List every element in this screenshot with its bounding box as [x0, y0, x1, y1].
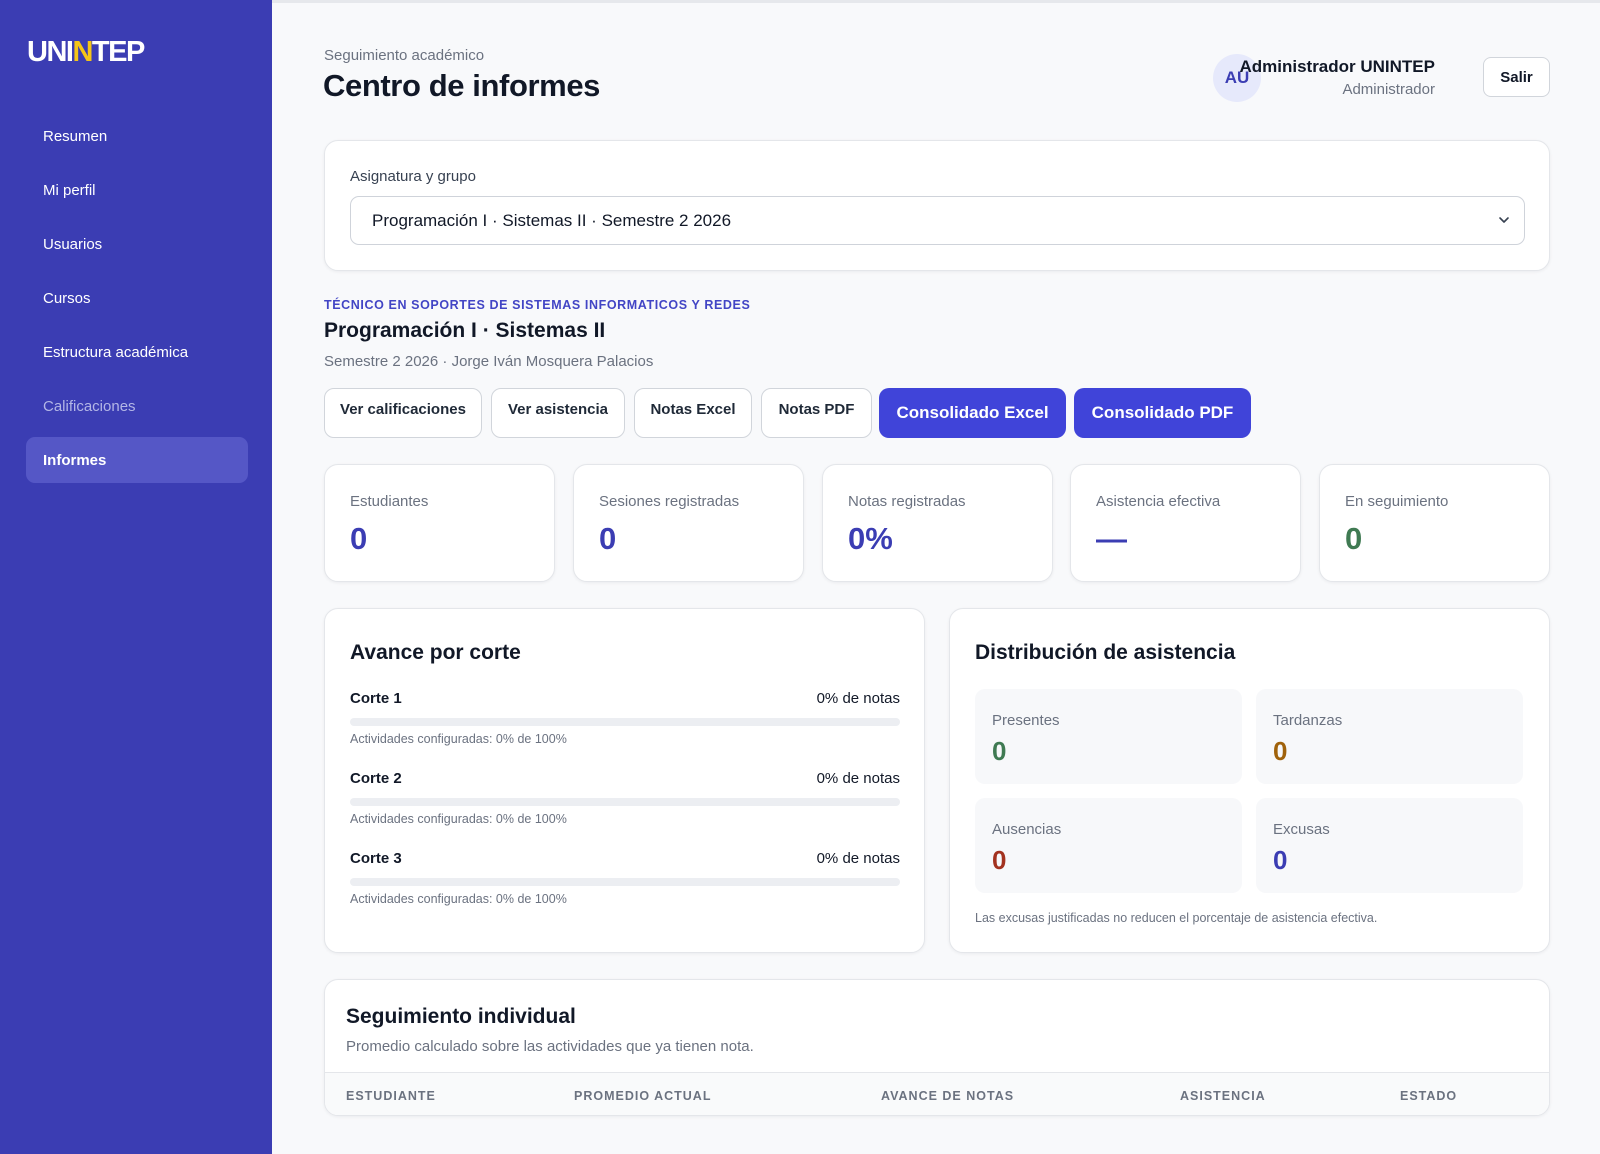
attendance-distribution-panel: Distribución de asistencia Presentes 0 T…: [949, 608, 1550, 953]
stat-value: 0%: [848, 521, 893, 556]
attendance-box-ausencias: Ausencias 0: [975, 798, 1242, 893]
brand-logo[interactable]: UNINTEP: [27, 36, 145, 69]
sidebar-item-label: Mi perfil: [43, 181, 96, 199]
progress-bar: [350, 718, 900, 726]
attendance-label: Excusas: [1273, 821, 1330, 838]
panel-title: Avance por corte: [350, 641, 521, 664]
attendance-box-presentes: Presentes 0: [975, 689, 1242, 784]
sidebar-item-estructura-academica[interactable]: Estructura académica: [26, 329, 248, 375]
corte-note: Actividades configuradas: 0% de 100%: [350, 892, 567, 906]
corte-name: Corte 3: [350, 850, 402, 867]
sidebar-item-label: Calificaciones: [43, 397, 136, 415]
column-header-asistencia[interactable]: ASISTENCIA: [1180, 1089, 1266, 1103]
stat-card-sesiones: Sesiones registradas 0: [573, 464, 804, 582]
page-title: Centro de informes: [323, 68, 601, 103]
sidebar-item-resumen[interactable]: Resumen: [26, 113, 248, 159]
column-header-promedio[interactable]: PROMEDIO ACTUAL: [574, 1089, 711, 1103]
attendance-value: 0: [992, 845, 1007, 875]
attendance-note: Las excusas justificadas no reducen el p…: [975, 911, 1378, 925]
stat-label: Asistencia efectiva: [1096, 493, 1221, 510]
individual-tracking-panel: Seguimiento individual Promedio calculad…: [324, 979, 1550, 1116]
stat-value: 0: [350, 521, 368, 556]
corte-note: Actividades configuradas: 0% de 100%: [350, 812, 567, 826]
course-subtitle: Semestre 2 2026 · Jorge Iván Mosquera Pa…: [324, 353, 654, 370]
course-title: Programación I · Sistemas II: [324, 319, 606, 342]
progress-by-corte-panel: Avance por corte Corte 1 0% de notas Act…: [324, 608, 925, 953]
view-grades-button[interactable]: Ver calificaciones: [324, 388, 482, 438]
sidebar: UNINTEP Resumen Mi perfil Usuarios Curso…: [0, 0, 272, 1154]
corte-note: Actividades configuradas: 0% de 100%: [350, 732, 567, 746]
chevron-down-icon: [1499, 217, 1509, 223]
corte-name: Corte 1: [350, 690, 402, 707]
stat-label: Notas registradas: [848, 493, 966, 510]
sidebar-nav: Resumen Mi perfil Usuarios Cursos Estruc…: [26, 113, 248, 491]
stat-value: —: [1096, 521, 1127, 556]
panel-title: Distribución de asistencia: [975, 641, 1236, 664]
attendance-label: Presentes: [992, 712, 1060, 729]
progress-bar: [350, 878, 900, 886]
corte-percentage: 0% de notas: [816, 850, 900, 867]
stat-label: Estudiantes: [350, 493, 429, 510]
attendance-value: 0: [1273, 845, 1288, 875]
stat-value: 0: [1345, 521, 1363, 556]
consolidated-pdf-button[interactable]: Consolidado PDF: [1074, 388, 1251, 438]
attendance-value: 0: [1273, 736, 1288, 766]
sidebar-item-label: Cursos: [43, 289, 91, 307]
table-header: ESTUDIANTE PROMEDIO ACTUAL AVANCE DE NOT…: [325, 1072, 1549, 1115]
view-attendance-button[interactable]: Ver asistencia: [491, 388, 625, 438]
subject-selector-card: Asignatura y grupo Programación I · Sist…: [324, 140, 1550, 271]
sidebar-item-usuarios[interactable]: Usuarios: [26, 221, 248, 267]
corte-percentage: 0% de notas: [816, 770, 900, 787]
panel-subtitle: Promedio calculado sobre las actividades…: [346, 1038, 754, 1055]
corte-percentage: 0% de notas: [816, 690, 900, 707]
attendance-value: 0: [992, 736, 1007, 766]
attendance-label: Ausencias: [992, 821, 1062, 838]
stat-label: Sesiones registradas: [599, 493, 740, 510]
user-role: Administrador: [1342, 81, 1435, 98]
progress-bar: [350, 798, 900, 806]
stat-card-asistencia: Asistencia efectiva —: [1070, 464, 1301, 582]
column-header-estudiante[interactable]: ESTUDIANTE: [346, 1089, 436, 1103]
subject-selector-label: Asignatura y grupo: [350, 168, 476, 185]
sidebar-item-cursos[interactable]: Cursos: [26, 275, 248, 321]
user-name: Administrador UNINTEP: [1239, 57, 1435, 76]
stat-value: 0: [599, 521, 617, 556]
sidebar-item-label: Resumen: [43, 127, 108, 145]
sidebar-item-informes[interactable]: Informes: [26, 437, 248, 483]
subject-select[interactable]: Programación I · Sistemas II · Semestre …: [350, 196, 1525, 245]
attendance-box-excusas: Excusas 0: [1256, 798, 1523, 893]
stat-card-seguimiento: En seguimiento 0: [1319, 464, 1550, 582]
consolidated-excel-button[interactable]: Consolidado Excel: [879, 388, 1066, 438]
panel-title: Seguimiento individual: [346, 1005, 576, 1028]
column-header-estado[interactable]: ESTADO: [1400, 1089, 1457, 1103]
program-name: TÉCNICO EN SOPORTES DE SISTEMAS INFORMAT…: [324, 298, 751, 312]
sidebar-item-label: Informes: [43, 451, 107, 469]
page-eyebrow: Seguimiento académico: [324, 47, 485, 64]
grades-excel-button[interactable]: Notas Excel: [634, 388, 752, 438]
stat-label: En seguimiento: [1345, 493, 1449, 510]
logout-button[interactable]: Salir: [1483, 57, 1550, 97]
column-header-avance[interactable]: AVANCE DE NOTAS: [881, 1089, 1014, 1103]
sidebar-item-label: Usuarios: [43, 235, 103, 253]
grades-pdf-button[interactable]: Notas PDF: [761, 388, 872, 438]
attendance-box-tardanzas: Tardanzas 0: [1256, 689, 1523, 784]
subject-select-value: Programación I · Sistemas II · Semestre …: [372, 210, 732, 230]
sidebar-item-calificaciones[interactable]: Calificaciones: [26, 383, 248, 429]
corte-name: Corte 2: [350, 770, 402, 787]
attendance-label: Tardanzas: [1273, 712, 1343, 729]
main-content: Seguimiento académico Centro de informes…: [272, 0, 1600, 1154]
stat-card-estudiantes: Estudiantes 0: [324, 464, 555, 582]
stat-card-notas: Notas registradas 0%: [822, 464, 1053, 582]
sidebar-item-label: Estructura académica: [43, 343, 189, 361]
sidebar-item-mi-perfil[interactable]: Mi perfil: [26, 167, 248, 213]
